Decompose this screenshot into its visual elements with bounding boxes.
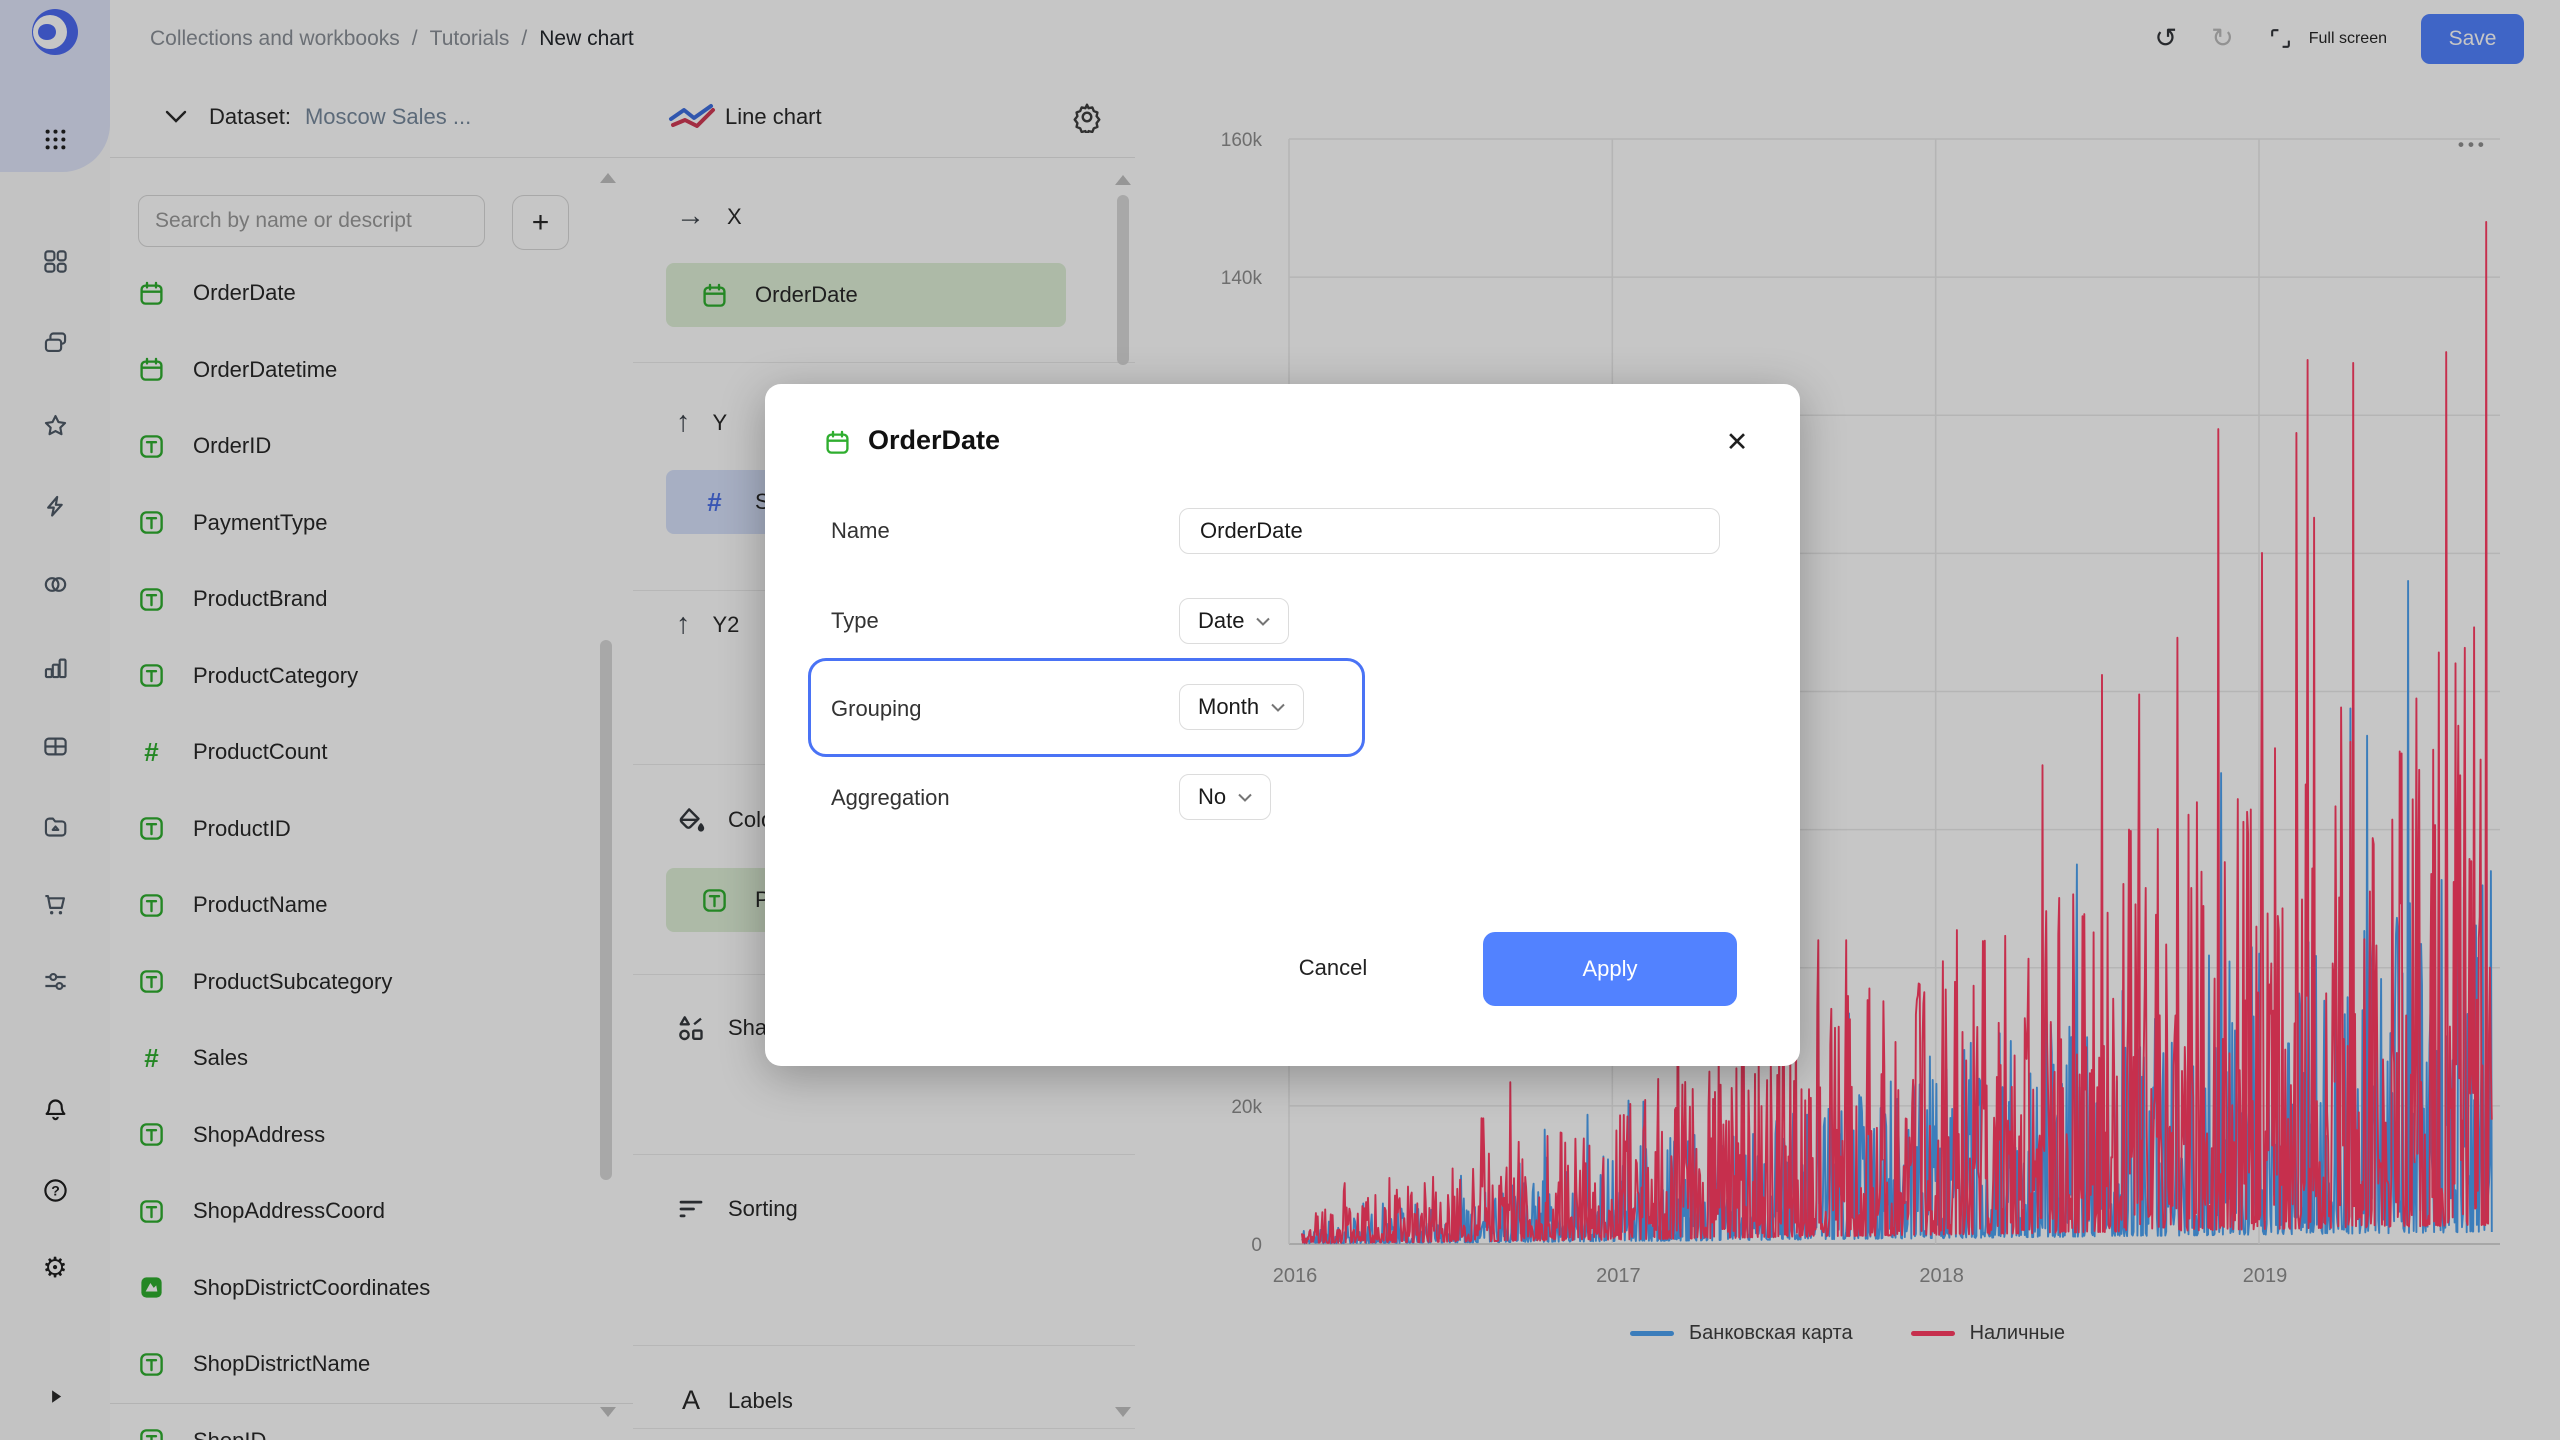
aggregation-select-value: No (1198, 784, 1226, 810)
chevron-down-icon (1256, 617, 1270, 626)
grouping-select[interactable]: Month (1179, 684, 1304, 730)
grouping-select-value: Month (1198, 694, 1259, 720)
chevron-down-icon (1238, 793, 1252, 802)
datalens-chart-editor: ? ⚙ Collections and workbooks / Tutorial… (0, 0, 2560, 1440)
aggregation-select[interactable]: No (1179, 774, 1271, 820)
grouping-label: Grouping (831, 696, 922, 722)
name-input[interactable] (1179, 508, 1720, 554)
calendar-icon (824, 429, 851, 456)
field-settings-dialog: OrderDate ✕ Name Type Date Grouping Mont… (765, 384, 1800, 1066)
apply-button[interactable]: Apply (1483, 932, 1737, 1006)
name-label: Name (831, 518, 890, 544)
close-icon[interactable]: ✕ (1717, 422, 1757, 462)
cancel-button[interactable]: Cancel (1273, 940, 1393, 996)
dialog-title: OrderDate (868, 425, 1000, 456)
chevron-down-icon (1271, 703, 1285, 712)
aggregation-label: Aggregation (831, 785, 950, 811)
type-label: Type (831, 608, 879, 634)
type-select-value: Date (1198, 608, 1244, 634)
type-select[interactable]: Date (1179, 598, 1289, 644)
